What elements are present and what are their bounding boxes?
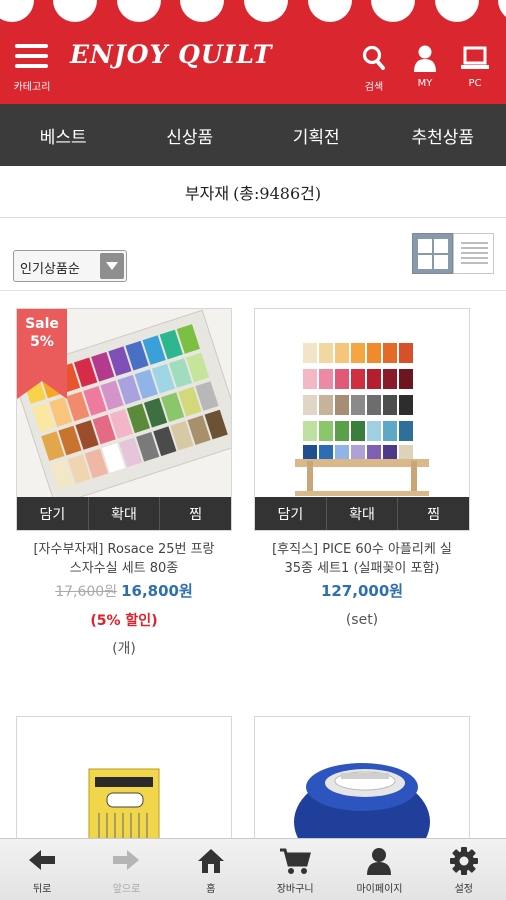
original-price: 17,600원 — [55, 584, 118, 600]
forward-button[interactable]: 앞으로 — [84, 839, 168, 900]
product-price: 127,000원 — [247, 580, 477, 601]
main-nav: 베스트 신상품 기획전 추천상품 — [0, 104, 506, 166]
forward-label: 앞으로 — [112, 884, 141, 895]
product-name[interactable]: [후직스] PICE 60수 아플리케 실 35종 세트1 (실패꽂이 포함) — [247, 540, 477, 578]
search-label: 검색 — [364, 82, 384, 93]
product-card[interactable]: 담기 확대 찜 — [254, 308, 470, 531]
arrow-left-icon — [29, 850, 56, 870]
search-icon — [362, 45, 385, 70]
sale-badge: Sale 5% — [17, 309, 67, 399]
category-menu-button[interactable]: 카테고리 — [10, 40, 54, 93]
page-title: 부자재 (총:9486건) — [0, 166, 506, 218]
product-price: 17,600원 16,800원 — [9, 580, 239, 601]
product-image-needle-pack[interactable] — [17, 717, 231, 855]
product-image-thread-cutter[interactable] — [255, 717, 469, 855]
logo[interactable]: ENJOY QUILT — [70, 40, 272, 69]
bottom-toolbar: 뒤로 앞으로 홈 장바구니 마이페이지 설정 — [0, 838, 506, 900]
home-label: 홈 — [206, 884, 216, 895]
hamburger-icon — [15, 44, 48, 74]
sort-selected-label: 인기상품순 — [20, 262, 80, 277]
my-label: MY — [417, 78, 433, 89]
back-label: 뒤로 — [32, 884, 52, 895]
pc-button[interactable]: PC — [455, 40, 495, 92]
nav-promotions[interactable]: 기획전 — [253, 104, 380, 166]
product-name[interactable]: [자수부자재] Rosace 25번 프랑 스자수실 세트 80종 — [9, 540, 239, 578]
my-button[interactable]: MY — [405, 40, 445, 92]
unit-text: (개) — [112, 641, 136, 657]
app-header: 카테고리 ENJOY QUILT 검색 MY PC — [0, 24, 506, 104]
wishlist-button[interactable]: 찜 — [398, 497, 469, 530]
pc-label: PC — [468, 78, 482, 89]
mypage-label: 마이페이지 — [356, 884, 403, 895]
unit-text: (set) — [345, 612, 379, 628]
arrow-right-icon — [113, 850, 140, 870]
sale-price: 127,000원 — [320, 582, 404, 600]
category-menu-label: 카테고리 — [13, 82, 51, 93]
sale-price: 16,800원 — [121, 582, 193, 600]
add-to-cart-button[interactable]: 담기 — [17, 497, 89, 530]
zoom-button[interactable]: 확대 — [89, 497, 161, 530]
product-card[interactable] — [16, 716, 232, 856]
home-button[interactable]: 홈 — [169, 839, 253, 900]
nav-new-products[interactable]: 신상품 — [127, 104, 254, 166]
nav-best[interactable]: 베스트 — [0, 104, 127, 166]
product-card[interactable] — [254, 716, 470, 856]
user-icon — [414, 45, 436, 72]
settings-label: 설정 — [454, 884, 473, 895]
category-title: 부자재 — [184, 183, 230, 203]
user-icon — [367, 848, 392, 875]
product-image-embroidery-thread[interactable]: Sale 5% — [17, 309, 231, 497]
cart-label: 장바구니 — [276, 884, 314, 895]
product-actions: 담기 확대 찜 — [255, 497, 469, 530]
mypage-button[interactable]: 마이페이지 — [337, 839, 421, 900]
nav-recommended[interactable]: 추천상품 — [380, 104, 506, 166]
chevron-down-icon — [100, 253, 124, 279]
app-screen: 카테고리 ENJOY QUILT 검색 MY PC 베스트 신상품 기획전 추천… — [0, 0, 506, 900]
laptop-icon — [461, 46, 489, 69]
wishlist-button[interactable]: 찜 — [160, 497, 231, 530]
item-count: (총:9486건) — [233, 183, 322, 203]
search-button[interactable]: 검색 — [354, 40, 394, 93]
cart-button[interactable]: 장바구니 — [253, 839, 337, 900]
settings-button[interactable]: 설정 — [422, 839, 506, 900]
add-to-cart-button[interactable]: 담기 — [255, 497, 327, 530]
list-view-icon[interactable] — [453, 233, 494, 274]
gear-icon — [449, 847, 478, 875]
product-actions: 담기 확대 찜 — [17, 497, 231, 530]
discount-text: (5% 할인) — [90, 613, 158, 629]
back-button[interactable]: 뒤로 — [0, 839, 84, 900]
zoom-button[interactable]: 확대 — [327, 497, 399, 530]
cart-icon — [280, 848, 312, 874]
product-image-thread-set[interactable] — [255, 309, 469, 497]
divider — [0, 290, 506, 291]
home-icon — [197, 849, 224, 873]
product-card[interactable]: Sale 5% 담기 확대 찜 — [16, 308, 232, 531]
sort-select[interactable]: 인기상품순 — [13, 250, 127, 282]
grid-view-icon[interactable] — [412, 233, 453, 274]
